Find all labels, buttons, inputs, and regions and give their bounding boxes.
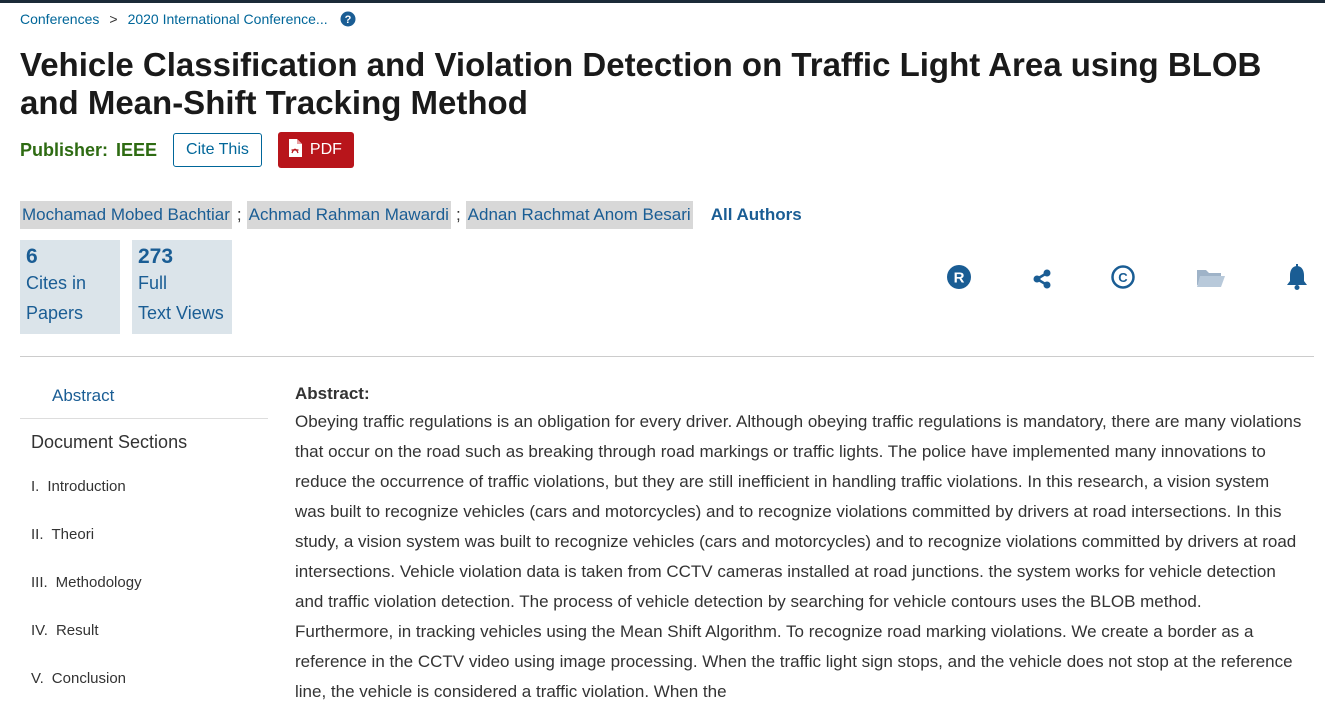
share-icon[interactable] [1030,263,1054,296]
bell-icon[interactable] [1284,263,1310,296]
sidebar-item-conclusion[interactable]: V. Conclusion [31,670,126,687]
breadcrumb-conference[interactable]: 2020 International Conference... [128,11,328,27]
author-separator: ; [236,205,242,224]
sidebar-item-theori[interactable]: II. Theori [31,526,94,543]
section-number: I. [31,478,40,495]
metric-full-text-views[interactable]: 273 Full Text Views [132,240,232,334]
publisher-label: Publisher: [20,139,109,160]
section-number: III. [31,574,48,591]
all-authors-link[interactable]: All Authors [711,205,802,225]
section-label: Conclusion [51,670,127,687]
section-label: Introduction [47,478,126,495]
sidebar-divider [20,418,268,419]
publisher-row: Publisher: IEEE Cite This PDF [20,132,354,168]
publisher-value: IEEE [116,139,158,160]
section-label: Result [55,622,99,639]
section-number: V. [31,670,44,687]
folder-icon[interactable] [1196,263,1226,296]
svg-text:R: R [954,270,965,287]
section-label: Methodology [55,574,142,591]
sidebar-abstract-link[interactable]: Abstract [52,386,114,406]
pdf-file-icon [288,138,310,162]
breadcrumb: Conferences > 2020 International Confere… [20,11,356,27]
metric-cites-in-papers[interactable]: 6 Cites in Papers [20,240,120,334]
section-label: Theori [51,526,95,543]
sidebar-item-introduction[interactable]: I. Introduction [31,478,126,495]
metric-label: Text Views [138,303,224,323]
author-link[interactable]: Mochamad Mobed Bachtiar [20,201,232,229]
breadcrumb-conferences[interactable]: Conferences [20,11,99,27]
metric-label: Papers [26,303,84,323]
metric-value: 6 [26,245,38,268]
question-circle-icon[interactable]: ? [340,11,356,27]
svg-text:C: C [1118,270,1128,285]
copyright-icon[interactable]: C [1110,263,1136,296]
document-sections-heading: Document Sections [31,432,188,452]
authors-list: Mochamad Mobed Bachtiar ; Achmad Rahman … [20,201,802,229]
divider [20,356,1314,357]
pdf-label: PDF [309,141,342,158]
author-link[interactable]: Achmad Rahman Mawardi [246,201,451,229]
abstract-heading: Abstract: [295,384,370,403]
metric-label: Full [138,273,168,293]
sidebar-item-methodology[interactable]: III. Methodology [31,574,142,591]
breadcrumb-separator: > [109,11,118,27]
pdf-button[interactable]: PDF [277,132,354,168]
author-link[interactable]: Adnan Rachmat Anom Besari [465,201,693,229]
rights-icon[interactable]: R [946,263,972,296]
cite-this-button[interactable]: Cite This [173,133,262,167]
section-number: II. [31,526,44,543]
abstract-text: Obeying traffic regulations is an obliga… [295,412,1302,701]
document-title: Vehicle Classification and Violation Det… [20,46,1262,121]
metric-label: Cites in [26,273,87,293]
sidebar-item-result[interactable]: IV. Result [31,622,99,639]
section-number: IV. [31,622,48,639]
author-separator: ; [455,205,461,224]
top-border [0,0,1325,3]
metric-value: 273 [138,245,174,268]
svg-text:?: ? [344,14,351,26]
publisher: Publisher: IEEE [20,140,157,161]
